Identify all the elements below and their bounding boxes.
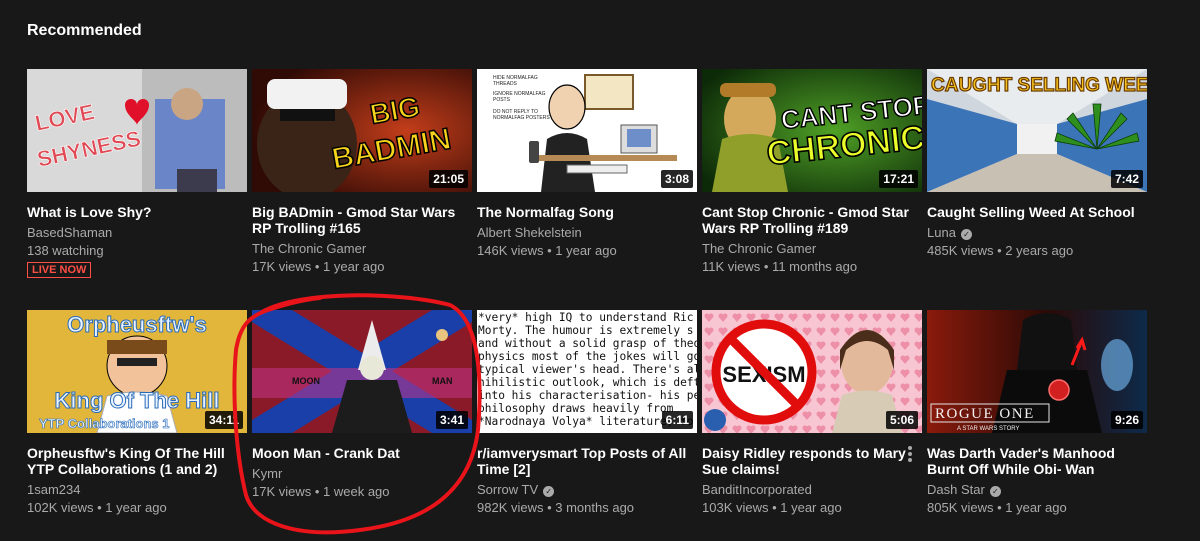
video-duration: 3:41 xyxy=(435,411,468,429)
thumb-text: POSTS xyxy=(493,97,511,103)
video-card[interactable]: SEXISM 5:06 Daisy Ridley responds to Mar… xyxy=(702,310,922,541)
video-title[interactable]: r/iamverysmart Top Posts of All Time [2] xyxy=(477,445,697,477)
video-card[interactable]: HIDE NORMALFAG THREADS IGNORE NORMALFAG … xyxy=(477,69,697,310)
video-card[interactable]: LOVE SHYNESS What is Love Shy? BasedSham… xyxy=(27,69,247,310)
video-thumbnail[interactable]: Orpheusftw's King Of The Hill YTP Collab… xyxy=(27,310,247,433)
video-stats: 485K views • 2 years ago xyxy=(927,243,1074,258)
channel-name[interactable]: Albert Shekelstein xyxy=(477,224,697,242)
video-thumbnail[interactable]: LOVE SHYNESS xyxy=(27,69,247,192)
video-stats: 17K views • 1 year ago xyxy=(252,259,385,274)
video-card[interactable]: MOON MAN 3:41 Moon Man - Crank Dat Kymr … xyxy=(252,310,472,541)
video-stats: 103K views • 1 year ago xyxy=(702,500,842,515)
channel-name[interactable]: Dash Star ✓ xyxy=(927,481,1147,499)
thumb-text: YTP Collaborations 1 xyxy=(39,416,170,431)
thumb-text: King Of The Hill xyxy=(55,388,220,413)
video-grid: LOVE SHYNESS What is Love Shy? BasedSham… xyxy=(27,69,1147,541)
channel-label[interactable]: Dash Star xyxy=(927,482,985,497)
video-thumbnail[interactable]: CAUGHT SELLING WEED 7:42 xyxy=(927,69,1147,192)
video-title[interactable]: What is Love Shy? xyxy=(27,204,247,220)
thumb-text: A STAR WARS STORY xyxy=(957,426,1019,432)
video-card[interactable]: *very* high IQ to understand Ric Morty. … xyxy=(477,310,697,541)
channel-name[interactable]: The Chronic Gamer xyxy=(702,240,922,258)
thumb-text: MAN xyxy=(432,376,453,386)
video-duration: 7:42 xyxy=(1110,170,1143,188)
video-stats: 102K views • 1 year ago xyxy=(27,500,167,515)
video-thumbnail[interactable]: HIDE NORMALFAG THREADS IGNORE NORMALFAG … xyxy=(477,69,697,192)
thumb-text: physics most of the jokes will go xyxy=(478,350,697,363)
channel-name[interactable]: BanditIncorporated xyxy=(702,481,922,499)
section-title: Recommended xyxy=(27,22,142,39)
video-card[interactable]: BIG BADMIN 21:05 Big BADmin - Gmod Star … xyxy=(252,69,472,310)
channel-name[interactable]: 1sam234 xyxy=(27,481,247,499)
video-stats: 146K views • 1 year ago xyxy=(477,243,617,258)
video-card[interactable]: CAUGHT SELLING WEED 7:42 Caught Selling … xyxy=(927,69,1147,310)
video-stats: 805K views • 1 year ago xyxy=(927,500,1067,515)
video-stats: 11K views • 11 months ago xyxy=(702,259,858,274)
video-card[interactable]: CANT STOP CHRONIC 17:21 Cant Stop Chroni… xyxy=(702,69,922,310)
video-card[interactable]: ROGUE ONE A STAR WARS STORY 9:26 Was Dar… xyxy=(927,310,1147,541)
channel-name[interactable]: The Chronic Gamer xyxy=(252,240,472,258)
thumb-text: into his characterisation- his per xyxy=(478,389,697,402)
video-title[interactable]: Big BADmin - Gmod Star Wars RP Trolling … xyxy=(252,204,472,236)
video-title[interactable]: Orpheusftw's King Of The Hill YTP Collab… xyxy=(27,445,247,477)
video-title[interactable]: Was Darth Vader's Manhood Burnt Off Whil… xyxy=(927,445,1147,477)
video-stats: 17K views • 1 week ago xyxy=(252,484,390,499)
thumb-text: *very* high IQ to understand Ric xyxy=(478,311,694,324)
video-duration: 17:21 xyxy=(879,170,918,188)
video-thumbnail[interactable]: SEXISM 5:06 xyxy=(702,310,922,433)
video-thumbnail[interactable]: CANT STOP CHRONIC 17:21 xyxy=(702,69,922,192)
video-title[interactable]: Daisy Ridley responds to Mary Sue claims… xyxy=(702,445,922,477)
thumb-text: and without a solid grasp of theo xyxy=(478,337,697,350)
channel-name[interactable]: BasedShaman xyxy=(27,224,247,242)
video-stats: 138 watching xyxy=(27,243,104,258)
video-duration: 6:11 xyxy=(661,411,693,429)
video-title[interactable]: The Normalfag Song xyxy=(477,204,697,220)
thumb-text: THREADS xyxy=(493,81,518,87)
video-thumbnail[interactable]: *very* high IQ to understand Ric Morty. … xyxy=(477,310,697,433)
channel-label[interactable]: Luna xyxy=(927,225,956,240)
thumb-text: nihilistic outlook, which is deftly xyxy=(478,376,697,389)
video-card[interactable]: Orpheusftw's King Of The Hill YTP Collab… xyxy=(27,310,247,541)
channel-name[interactable]: Sorrow TV ✓ xyxy=(477,481,697,499)
live-badge: LIVE NOW xyxy=(27,262,92,278)
thumb-text: MOON xyxy=(292,376,320,386)
verified-check-icon: ✓ xyxy=(989,486,1001,497)
verified-check-icon: ✓ xyxy=(960,229,972,240)
video-duration: 34:11 xyxy=(204,411,243,429)
video-thumbnail[interactable]: MOON MAN 3:41 xyxy=(252,310,472,433)
video-title[interactable]: Moon Man - Crank Dat xyxy=(252,445,472,461)
video-title[interactable]: Caught Selling Weed At School xyxy=(927,204,1147,220)
thumb-text: Morty. The humour is extremely s xyxy=(478,324,694,337)
thumb-text: philosophy draws heavily from xyxy=(478,402,674,415)
thumb-text: NORMALFAG POSTERS xyxy=(493,115,550,121)
video-duration: 9:26 xyxy=(1110,411,1143,429)
video-thumbnail[interactable]: ROGUE ONE A STAR WARS STORY 9:26 xyxy=(927,310,1147,433)
thumb-text: CAUGHT SELLING WEED xyxy=(931,75,1147,96)
video-duration: 3:08 xyxy=(660,170,693,188)
channel-name[interactable]: Kymr xyxy=(252,465,472,483)
thumb-text: ROGUE ONE xyxy=(935,406,1035,422)
verified-check-icon: ✓ xyxy=(543,486,555,497)
more-actions-icon[interactable] xyxy=(908,446,912,464)
thumb-text: Orpheusftw's xyxy=(67,312,207,337)
channel-name[interactable]: Luna ✓ xyxy=(927,224,1147,242)
video-thumbnail[interactable]: BIG BADMIN 21:05 xyxy=(252,69,472,192)
channel-label[interactable]: Sorrow TV xyxy=(477,482,538,497)
video-title[interactable]: Cant Stop Chronic - Gmod Star Wars RP Tr… xyxy=(702,204,922,236)
video-duration: 5:06 xyxy=(885,411,918,429)
thumb-text: typical viewer's head. There's als xyxy=(478,363,697,376)
video-duration: 21:05 xyxy=(429,170,468,188)
video-stats: 982K views • 3 months ago xyxy=(477,500,635,515)
